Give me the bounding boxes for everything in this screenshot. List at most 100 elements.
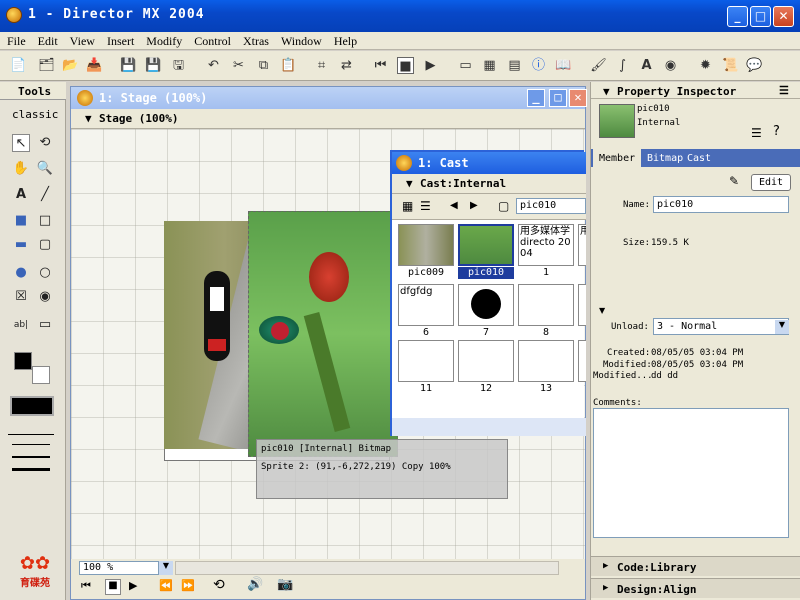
menu-xtras[interactable]: Xtras [236, 32, 274, 49]
maximize-button[interactable]: □ [750, 6, 771, 27]
dropdown-chevron-icon[interactable]: ▼ [775, 320, 789, 334]
line-weight-none[interactable] [8, 434, 54, 435]
cast-member-cell[interactable]: 用 学 d [578, 224, 586, 266]
new-cast-icon[interactable]: 🗂 [38, 57, 55, 74]
cast-panel-header[interactable]: ▼ Cast:Internal [392, 174, 586, 194]
cast-window-titlebar[interactable]: 1: Cast [392, 152, 586, 174]
help-icon[interactable]: ? [773, 124, 780, 139]
line-weight-3[interactable] [12, 468, 50, 471]
drag-member-icon[interactable]: ▢ [498, 199, 509, 213]
stage-window-icon[interactable]: ▭ [457, 57, 474, 74]
volume-icon[interactable]: 🔊 [247, 577, 263, 592]
next-member-icon[interactable]: ▶ [470, 200, 478, 211]
collapse-arrow-icon[interactable]: ▼ [603, 85, 610, 98]
cast-member-cell[interactable] [398, 224, 454, 266]
script-icon[interactable]: 📜 [722, 57, 739, 74]
expand-arrow-icon[interactable]: ▶ [603, 561, 608, 571]
new-movie-icon[interactable]: 📄 [10, 57, 27, 74]
expand-arrow-icon[interactable]: ▼ [599, 306, 605, 315]
hummingbird-sprite[interactable] [248, 211, 398, 457]
stage-minimize-button[interactable]: _ [527, 89, 545, 107]
cast-member-cell[interactable]: dfgfdg [398, 284, 454, 326]
stage-maximize-button[interactable]: □ [549, 89, 567, 107]
open-icon[interactable]: 📂 [62, 57, 79, 74]
minimize-button[interactable]: _ [727, 6, 748, 27]
pattern-swatch[interactable] [10, 396, 54, 416]
stop-icon[interactable]: ■ [397, 57, 414, 74]
step-back-icon[interactable]: ⏪ [159, 579, 173, 592]
menu-file[interactable]: File [0, 32, 31, 49]
undo-icon[interactable]: ↶ [205, 57, 222, 74]
filled-rect-icon[interactable]: ■ [12, 212, 30, 230]
stop-button-icon[interactable]: ■ [105, 579, 121, 595]
code-library-panel[interactable]: ▶ Code:Library [591, 556, 800, 576]
checkbox-tool-icon[interactable]: ☒ [12, 288, 30, 306]
list-view-icon[interactable]: ☰ [751, 126, 762, 140]
cast-member-cell[interactable] [458, 284, 514, 326]
filled-ellipse-icon[interactable]: ● [12, 264, 30, 282]
step-forward-icon[interactable]: ⏩ [181, 579, 195, 592]
paint-icon[interactable]: 🖌 [590, 57, 607, 74]
zoom-tool-icon[interactable]: 🔍 [36, 160, 54, 178]
score-window-icon[interactable]: ▤ [506, 57, 523, 74]
unload-select[interactable]: 3 - Normal [653, 318, 789, 335]
cast-member-cell[interactable] [518, 340, 574, 382]
tab-member[interactable]: Member [593, 149, 642, 167]
background-color-swatch[interactable] [32, 366, 50, 384]
cast-member-cell[interactable] [518, 284, 574, 326]
shockwave-3d-icon[interactable]: ◉ [662, 57, 679, 74]
comments-field[interactable] [593, 408, 789, 538]
options-menu-icon[interactable]: ☰ [779, 84, 789, 97]
cast-member-cell[interactable] [458, 340, 514, 382]
filled-roundrect-icon[interactable]: ▬ [12, 236, 30, 254]
stage-window-titlebar[interactable]: 1: Stage (100%) _ □ ✕ [71, 87, 587, 109]
director-app-icon[interactable] [6, 7, 22, 23]
line-weight-2[interactable] [12, 456, 50, 458]
cast-member-cell[interactable] [458, 224, 514, 266]
list-view-icon[interactable]: ☰ [420, 199, 431, 213]
menu-modify[interactable]: Modify [139, 32, 187, 49]
menu-view[interactable]: View [63, 32, 100, 49]
edit-button[interactable]: Edit [751, 174, 791, 191]
rewind-button-icon[interactable]: ⏮ [81, 579, 91, 593]
save-icon[interactable]: 💾 [120, 57, 137, 74]
paste-icon[interactable]: 📋 [280, 57, 297, 74]
text-tool-icon[interactable]: A [12, 186, 30, 204]
text-window-icon[interactable]: A [638, 57, 655, 74]
close-button[interactable]: ✕ [773, 6, 794, 27]
expand-arrow-icon[interactable]: ▶ [603, 583, 608, 593]
ellipse-icon[interactable]: ○ [36, 264, 54, 282]
cast-scrollbar[interactable] [392, 418, 586, 436]
menu-window[interactable]: Window [274, 32, 327, 49]
zoom-dropdown-icon[interactable]: ▼ [159, 561, 173, 575]
rect-icon[interactable]: □ [36, 212, 54, 230]
publish-icon[interactable]: 🖫 [170, 57, 187, 74]
cut-icon[interactable]: ✂ [230, 57, 247, 74]
vector-icon[interactable]: ∫ [614, 57, 631, 74]
camera-icon[interactable]: 📷 [277, 577, 293, 592]
radio-tool-icon[interactable]: ◉ [36, 288, 54, 306]
play-icon[interactable]: ▶ [422, 57, 439, 74]
roundrect-icon[interactable]: ▢ [36, 236, 54, 254]
message-icon[interactable]: 💬 [746, 57, 763, 74]
arrow-tool-icon[interactable]: ↖ [12, 134, 30, 152]
foreground-color-swatch[interactable] [14, 352, 32, 370]
cast-member-cell[interactable] [578, 340, 586, 382]
exchange-icon[interactable]: ⇄ [338, 57, 355, 74]
rewind-icon[interactable]: ⏮ [372, 57, 389, 74]
horizontal-scrollbar[interactable] [175, 561, 559, 575]
button-tool-icon[interactable]: ▭ [36, 316, 54, 334]
tools-palette-select[interactable]: classic [12, 108, 58, 121]
import-icon[interactable]: 📥 [86, 57, 103, 74]
find-icon[interactable]: ⌗ [313, 57, 330, 74]
cast-member-cell[interactable] [578, 284, 586, 326]
stage-panel-header[interactable]: ▼ Stage (100%) [71, 109, 585, 129]
design-align-panel[interactable]: ▶ Design:Align [591, 578, 800, 598]
stage-close-button[interactable]: ✕ [569, 89, 587, 107]
previous-member-icon[interactable]: ◀ [450, 200, 458, 211]
thumbnail-view-icon[interactable]: ▦ [402, 199, 413, 213]
cast-window-icon[interactable]: ▦ [481, 57, 498, 74]
line-weight-1[interactable] [12, 444, 50, 445]
inspector-header[interactable]: ▼ Property Inspector ☰ [591, 82, 800, 99]
play-button-icon[interactable]: ▶ [129, 579, 137, 592]
